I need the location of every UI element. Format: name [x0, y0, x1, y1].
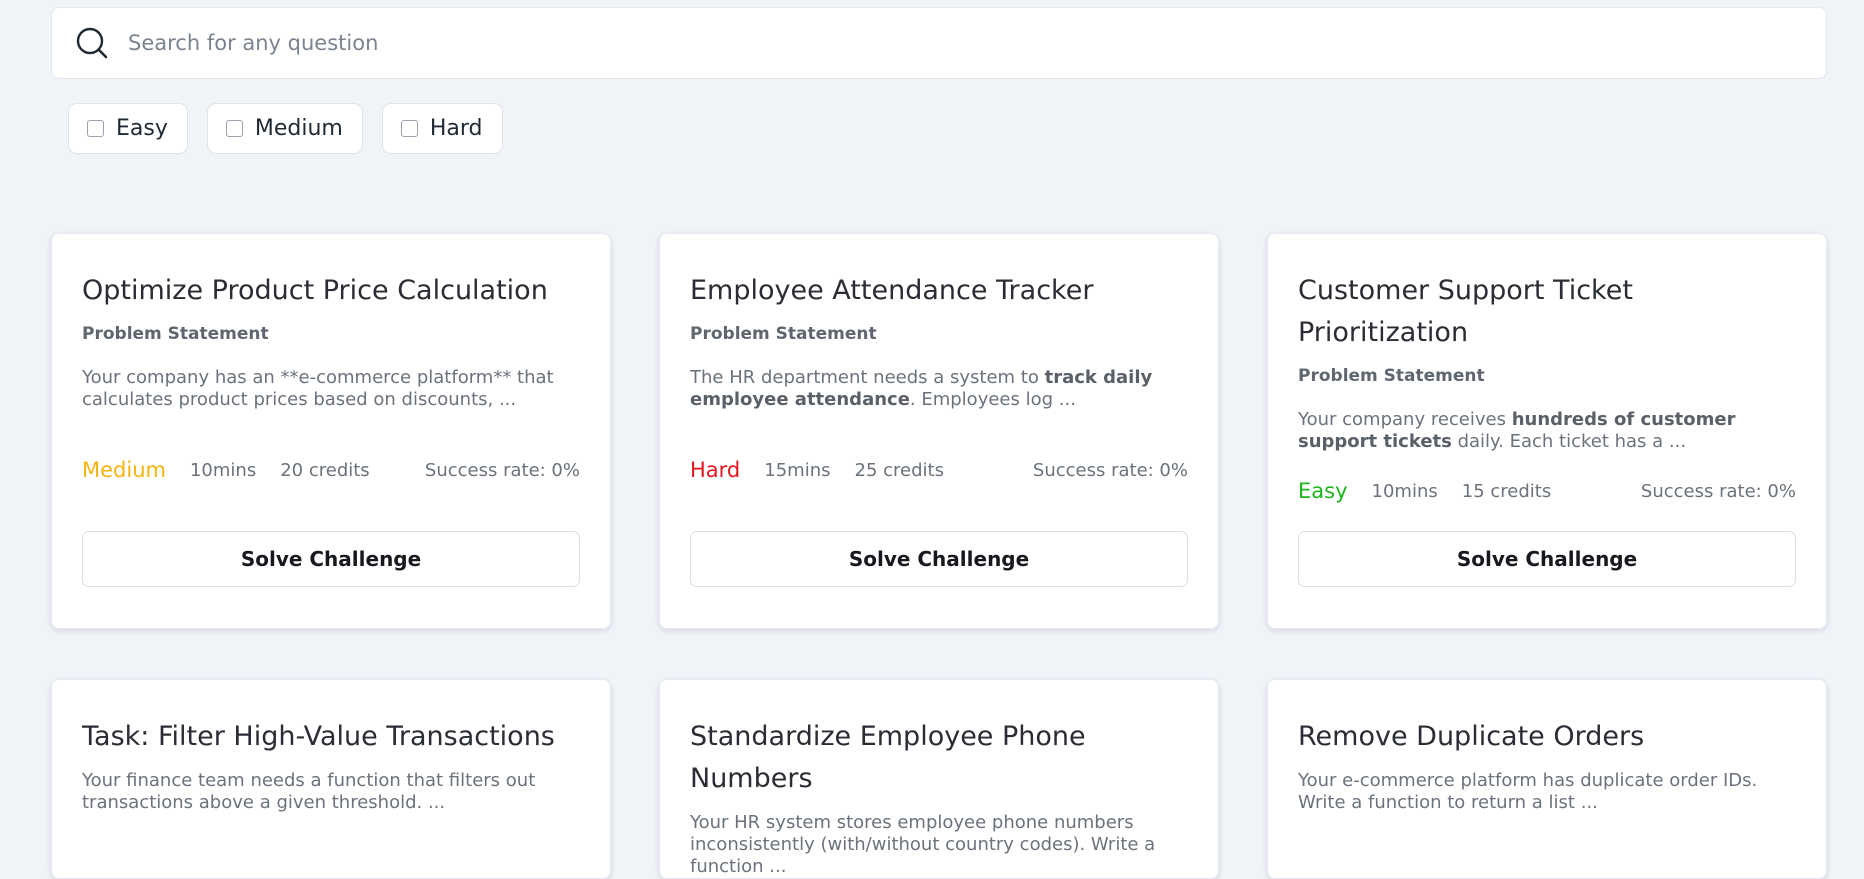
- challenge-card: Remove Duplicate Orders Your e-commerce …: [1267, 679, 1827, 879]
- card-description: Your HR system stores employee phone num…: [690, 812, 1192, 878]
- desc-text: Your company receives: [1298, 409, 1512, 430]
- difficulty-badge: Medium: [82, 458, 166, 482]
- medium-checkbox[interactable]: [225, 120, 243, 137]
- problem-statement-label: Problem Statement: [690, 324, 877, 344]
- card-description: Your e-commerce platform has duplicate o…: [1298, 770, 1800, 814]
- card-description: Your company has an **e-commerce platfor…: [82, 367, 584, 411]
- desc-text: Your e-commerce platform has duplicate o…: [1298, 770, 1758, 813]
- solve-challenge-button[interactable]: Solve Challenge: [82, 531, 580, 587]
- desc-text: The HR department needs a system to: [690, 367, 1045, 388]
- desc-text: . Employees log ...: [909, 389, 1076, 410]
- challenge-card: Customer Support Ticket Prioritization P…: [1267, 233, 1827, 629]
- search-bar[interactable]: [51, 7, 1827, 79]
- credits: 15 credits: [1461, 480, 1552, 502]
- card-meta: Hard 15mins 25 credits Success rate: 0%: [690, 458, 1188, 482]
- hard-checkbox[interactable]: [400, 120, 418, 137]
- duration: 10mins: [189, 459, 257, 481]
- desc-text: Your company has an **e-commerce platfor…: [82, 367, 554, 410]
- filter-medium[interactable]: Medium: [206, 103, 363, 154]
- filter-label: Easy: [116, 116, 168, 141]
- difficulty-badge: Hard: [690, 458, 741, 482]
- success-rate: Success rate: 0%: [1032, 459, 1188, 481]
- problem-statement-label: Problem Statement: [82, 324, 269, 344]
- credits: 20 credits: [280, 459, 370, 481]
- challenge-card: Optimize Product Price Calculation Probl…: [51, 233, 611, 629]
- difficulty-filters: Easy Medium Hard: [68, 103, 503, 154]
- card-meta: Medium 10mins 20 credits Success rate: 0…: [82, 458, 580, 482]
- filter-easy[interactable]: Easy: [68, 103, 188, 154]
- success-rate: Success rate: 0%: [1640, 480, 1796, 502]
- challenge-card: Employee Attendance Tracker Problem Stat…: [659, 233, 1219, 629]
- card-title: Employee Attendance Tracker: [690, 275, 1094, 306]
- easy-checkbox[interactable]: [87, 120, 104, 137]
- filter-hard[interactable]: Hard: [381, 103, 503, 154]
- card-title: Customer Support Ticket Prioritization: [1298, 275, 1633, 348]
- difficulty-badge: Easy: [1298, 479, 1348, 503]
- card-description: The HR department needs a system to trac…: [690, 367, 1192, 411]
- challenge-card: Standardize Employee Phone Numbers Your …: [659, 679, 1219, 879]
- search-icon: [74, 25, 110, 61]
- credits: 25 credits: [854, 459, 944, 481]
- card-title: Remove Duplicate Orders: [1298, 721, 1645, 752]
- card-title: Task: Filter High-Value Transactions: [82, 721, 555, 752]
- card-description: Your finance team needs a function that …: [82, 770, 584, 814]
- challenge-card: Task: Filter High-Value Transactions You…: [51, 679, 611, 879]
- problem-statement-label: Problem Statement: [1298, 366, 1485, 386]
- filter-label: Medium: [254, 116, 343, 141]
- filter-label: Hard: [429, 116, 483, 141]
- search-input[interactable]: [126, 30, 1726, 56]
- card-meta: Easy 10mins 15 credits Success rate: 0%: [1298, 479, 1796, 503]
- duration: 15mins: [764, 459, 831, 481]
- card-title: Optimize Product Price Calculation: [82, 275, 548, 306]
- solve-challenge-button[interactable]: Solve Challenge: [690, 531, 1188, 587]
- card-title: Standardize Employee Phone Numbers: [690, 721, 1086, 794]
- card-description: Your company receives hundreds of custom…: [1298, 409, 1800, 453]
- desc-text: Your HR system stores employee phone num…: [690, 812, 1156, 877]
- desc-text: Your finance team needs a function that …: [82, 770, 536, 813]
- desc-text: daily. Each ticket has a ...: [1451, 431, 1687, 452]
- duration: 10mins: [1371, 480, 1438, 502]
- solve-challenge-button[interactable]: Solve Challenge: [1298, 531, 1796, 587]
- success-rate: Success rate: 0%: [424, 459, 580, 481]
